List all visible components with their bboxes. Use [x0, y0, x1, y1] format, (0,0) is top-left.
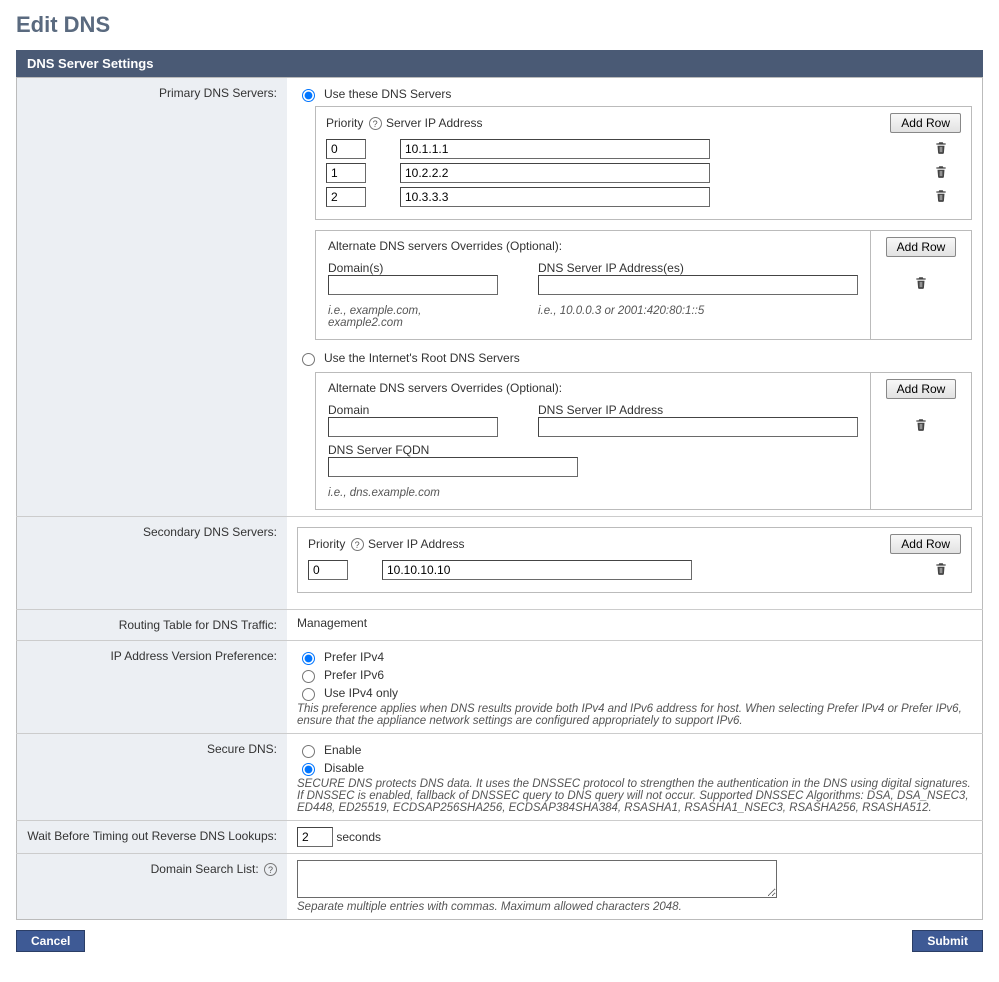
radio-enable[interactable] — [302, 745, 315, 758]
submit-button[interactable]: Submit — [912, 930, 983, 952]
primary-server-priority-input[interactable] — [326, 187, 366, 207]
trash-icon[interactable] — [914, 417, 928, 435]
section-header: DNS Server Settings — [16, 50, 983, 77]
search-list-textarea[interactable] — [297, 860, 777, 898]
ip-pref-note: This preference applies when DNS results… — [297, 703, 972, 727]
cancel-button[interactable]: Cancel — [16, 930, 85, 952]
col-fqdn: DNS Server FQDN — [328, 443, 858, 457]
radio-enable-label: Enable — [324, 743, 361, 757]
col-server-ip-2: Server IP Address — [368, 537, 881, 551]
radio-prefer-ipv4[interactable] — [302, 652, 315, 665]
radio-disable[interactable] — [302, 763, 315, 776]
override-b-hint-fqdn: i.e., dns.example.com — [328, 487, 858, 499]
radio-prefer-ipv6[interactable] — [302, 670, 315, 683]
override-b-domain-input[interactable] — [328, 417, 498, 437]
routing-value: Management — [287, 610, 983, 641]
label-primary: Primary DNS Servers: — [17, 78, 288, 517]
override-b-fqdn-input[interactable] — [328, 457, 578, 477]
timeout-unit: seconds — [336, 830, 381, 844]
override-a-hint-domain: i.e., example.com, example2.com — [328, 305, 498, 329]
settings-table: Primary DNS Servers: Use these DNS Serve… — [16, 77, 983, 920]
radio-use-these[interactable] — [302, 89, 315, 102]
override-a-title: Alternate DNS servers Overrides (Optiona… — [328, 239, 858, 253]
add-row-secondary[interactable]: Add Row — [890, 534, 961, 554]
override-a-domain-input[interactable] — [328, 275, 498, 295]
label-search-list: Domain Search List: ? — [17, 854, 288, 920]
col-priority: Priority — [326, 116, 363, 130]
primary-server-row — [326, 163, 961, 183]
primary-server-ip-input[interactable] — [400, 139, 710, 159]
override-a-ips-input[interactable] — [538, 275, 858, 295]
label-routing: Routing Table for DNS Traffic: — [17, 610, 288, 641]
trash-icon[interactable] — [934, 144, 948, 158]
trash-icon[interactable] — [934, 192, 948, 206]
radio-prefer-ipv4-label: Prefer IPv4 — [324, 650, 384, 664]
secure-dns-note: SECURE DNS protects DNS data. It uses th… — [297, 778, 972, 814]
primary-server-priority-input[interactable] — [326, 163, 366, 183]
trash-icon[interactable] — [934, 565, 948, 579]
col-domains: Domain(s) — [328, 261, 498, 275]
radio-use-ipv4-only-label: Use IPv4 only — [324, 686, 398, 700]
search-list-hint: Separate multiple entries with commas. M… — [297, 901, 972, 913]
add-row-override-a[interactable]: Add Row — [886, 237, 957, 257]
secondary-servers-box: Priority ? Server IP Address Add Row — [297, 527, 972, 593]
help-icon[interactable]: ? — [264, 863, 277, 876]
label-timeout: Wait Before Timing out Reverse DNS Looku… — [17, 821, 288, 854]
help-icon[interactable]: ? — [351, 538, 364, 551]
override-b-title: Alternate DNS servers Overrides (Optiona… — [328, 381, 858, 395]
label-secondary: Secondary DNS Servers: — [17, 517, 288, 610]
trash-icon[interactable] — [914, 275, 928, 293]
page-title: Edit DNS — [16, 12, 983, 38]
override-b: Alternate DNS servers Overrides (Optiona… — [315, 372, 972, 510]
trash-icon[interactable] — [934, 168, 948, 182]
primary-server-ip-input[interactable] — [400, 187, 710, 207]
secondary-server-row — [308, 560, 961, 580]
col-priority-2: Priority — [308, 537, 345, 551]
secondary-server-ip-input[interactable] — [382, 560, 692, 580]
primary-servers-box: Priority ? Server IP Address Add Row — [315, 106, 972, 220]
override-a: Alternate DNS servers Overrides (Optiona… — [315, 230, 972, 340]
add-row-override-b[interactable]: Add Row — [886, 379, 957, 399]
col-dns-ips: DNS Server IP Address(es) — [538, 261, 858, 275]
timeout-input[interactable] — [297, 827, 333, 847]
radio-use-root[interactable] — [302, 353, 315, 366]
primary-server-priority-input[interactable] — [326, 139, 366, 159]
radio-use-root-label: Use the Internet's Root DNS Servers — [324, 351, 520, 365]
radio-use-these-label: Use these DNS Servers — [324, 87, 451, 101]
radio-prefer-ipv6-label: Prefer IPv6 — [324, 668, 384, 682]
radio-use-ipv4-only[interactable] — [302, 688, 315, 701]
secondary-server-priority-input[interactable] — [308, 560, 348, 580]
override-a-hint-ips: i.e., 10.0.0.3 or 2001:420:80:1::5 — [538, 305, 704, 329]
radio-disable-label: Disable — [324, 761, 364, 775]
help-icon[interactable]: ? — [369, 117, 382, 130]
primary-server-row — [326, 139, 961, 159]
label-ip-pref: IP Address Version Preference: — [17, 641, 288, 734]
label-secure-dns: Secure DNS: — [17, 734, 288, 821]
col-server-ip: Server IP Address — [386, 116, 881, 130]
col-domain: Domain — [328, 403, 498, 417]
add-row-primary[interactable]: Add Row — [890, 113, 961, 133]
primary-server-ip-input[interactable] — [400, 163, 710, 183]
override-b-ip-input[interactable] — [538, 417, 858, 437]
primary-server-row — [326, 187, 961, 207]
col-dns-ip: DNS Server IP Address — [538, 403, 858, 417]
